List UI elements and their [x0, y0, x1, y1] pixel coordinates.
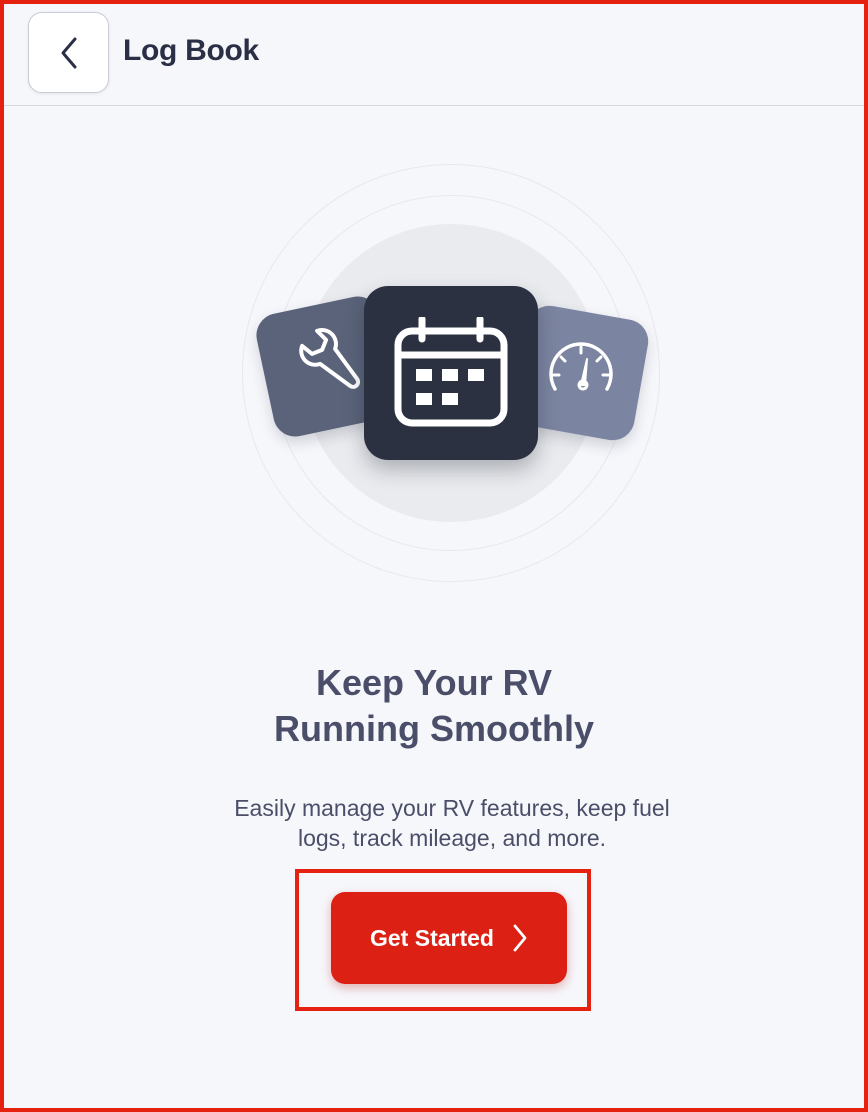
subtitle-line-2: logs, track mileage, and more.: [297, 825, 607, 851]
page-title: Log Book: [123, 34, 259, 67]
app-frame: Log Book Keep Your RV Running Smoothly E…: [0, 0, 868, 1112]
wrench-icon: [298, 327, 360, 389]
chevron-left-icon: [61, 37, 76, 68]
get-started-label: Get Started: [370, 924, 494, 951]
header-bar: Log Book: [4, 4, 864, 106]
speedometer-icon: [549, 342, 613, 391]
headline: Keep Your RV Running Smoothly: [4, 660, 864, 752]
calendar-icon: [394, 317, 508, 427]
subtitle: Easily manage your RV features, keep fue…: [154, 793, 750, 853]
calendar-card: [364, 286, 538, 460]
subtitle-line-1: Easily manage your RV features, keep fue…: [234, 795, 670, 821]
headline-line-2: Running Smoothly: [274, 708, 594, 749]
headline-line-1: Keep Your RV: [315, 662, 553, 703]
back-button[interactable]: [28, 12, 109, 93]
get-started-button[interactable]: Get Started: [331, 892, 567, 984]
hero-illustration: [242, 164, 660, 582]
chevron-right-icon: [513, 924, 527, 952]
